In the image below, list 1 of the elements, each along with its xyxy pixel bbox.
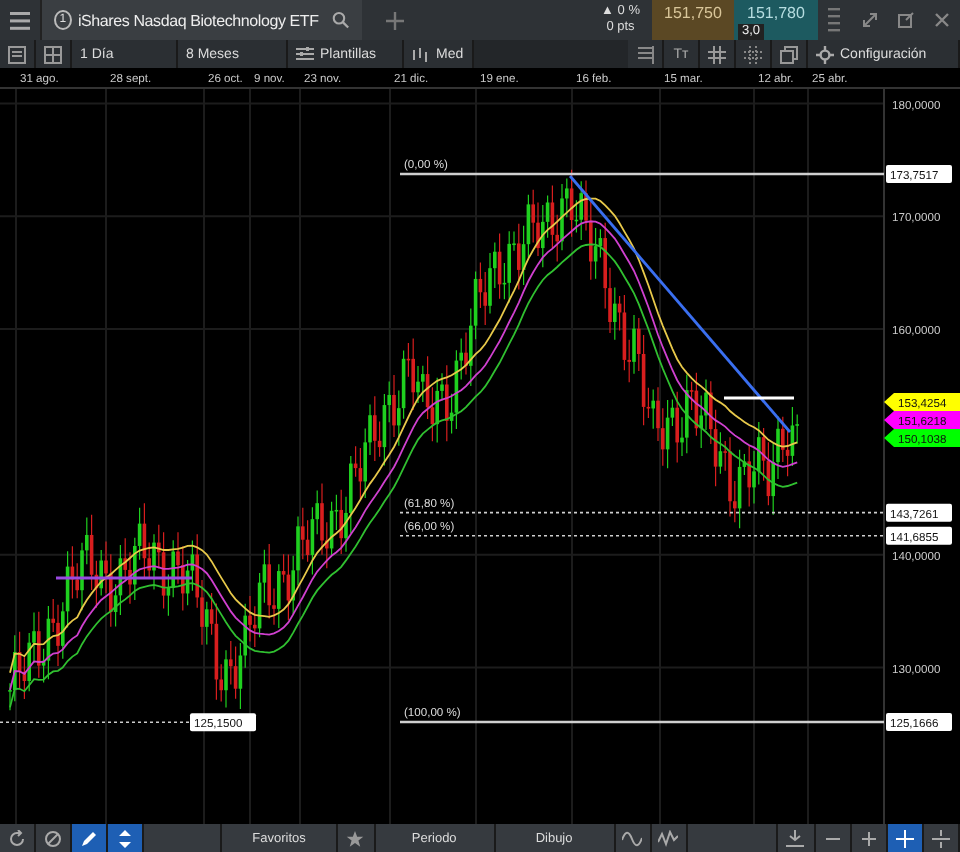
- instrument-title: iShares Nasdaq Biotechnology ETF: [77, 11, 319, 29]
